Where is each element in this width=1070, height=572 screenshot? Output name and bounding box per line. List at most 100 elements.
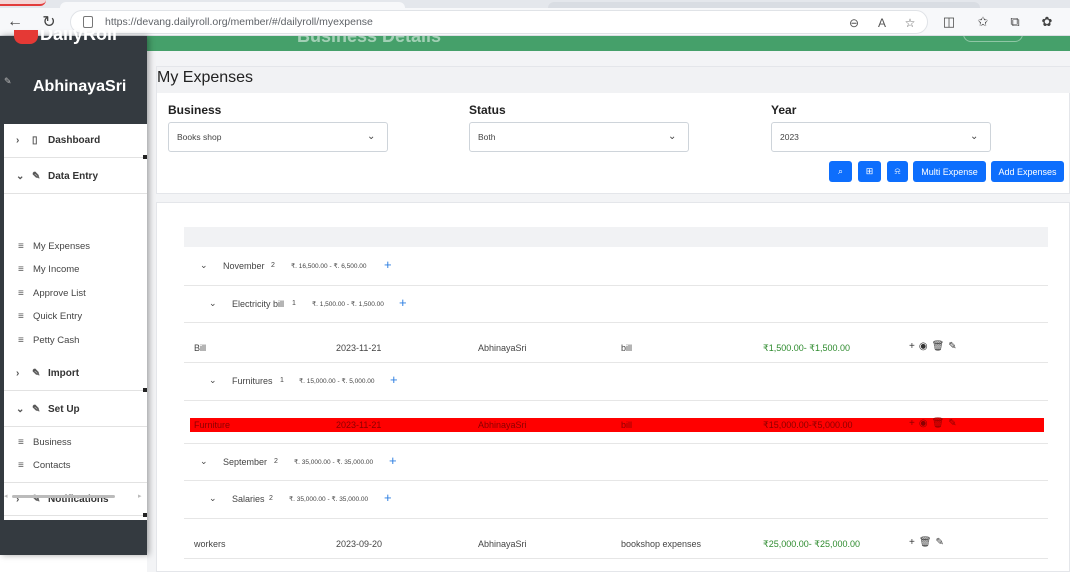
bell-icon: ⍾ [894,166,901,176]
year-select[interactable]: 2023 ⌄ [771,122,991,152]
address-bar[interactable]: https://devang.dailyroll.org/member/#/da… [70,10,928,34]
filters-card: My Expenses Business Books shop ⌄ Status… [156,66,1070,194]
group-row-september[interactable]: ⌄ September 2 ₹. 35,000.00 - ₹. 35,000.0… [184,443,1048,481]
zoom-icon[interactable]: ⊖ [847,16,861,30]
table-header [184,227,1048,247]
sidebar-item-set-up[interactable]: ⌄ ✎ Set Up [4,393,147,427]
add-icon[interactable]: + [909,418,915,429]
add-icon[interactable]: + [909,537,915,548]
chevron-down-icon: ⌄ [668,131,677,142]
row-date: 2023-09-20 [336,539,383,549]
sidebar-subitem-label: Contacts [33,459,71,471]
add-icon[interactable]: + [399,295,407,310]
read-aloud-icon[interactable]: A [875,16,889,30]
scroll-thumb[interactable] [12,495,115,498]
group-count: 1 [280,377,284,384]
sidebar-item-quick-entry[interactable]: ≡ Quick Entry [4,305,147,327]
sidebar-item-contacts[interactable]: ≡ Contacts [4,454,147,476]
edit-pencil-icon[interactable]: ✎ [948,418,956,429]
table-row[interactable]: Bill 2023-11-21 AbhinayaSri bill ₹1,500.… [184,323,1048,363]
chevron-down-icon[interactable]: ⌄ [200,260,208,271]
group-name: September [223,457,268,467]
year-label: Year [771,103,797,117]
add-icon[interactable]: + [909,341,915,352]
list-lines-icon: ≡ [18,263,24,275]
group-count: 2 [274,458,278,465]
edit-pencil-icon[interactable]: ✎ [936,537,944,548]
sidebar-item-business[interactable]: ≡ Business [4,431,147,453]
sidebar-item-my-expenses[interactable]: ≡ My Expenses [4,235,147,257]
page-icon: ▯ [32,135,38,146]
chevron-down-icon: ⌄ [16,171,25,182]
chevron-down-icon[interactable]: ⌄ [200,456,208,467]
sidebar-item-label: Dashboard [48,135,101,146]
sidebar-item-petty-cash[interactable]: ≡ Petty Cash [4,329,147,351]
table-view-button[interactable]: ⊞ [858,161,881,182]
add-icon[interactable]: + [384,257,392,272]
group-name: November [223,261,265,271]
sidebar-item-dashboard[interactable]: › ▯ Dashboard [4,124,147,159]
chevron-down-icon[interactable]: ⌄ [209,375,217,386]
group-range: ₹. 16,500.00 - ₹. 6,500.00 [291,263,367,270]
sidebar-item-approve-list[interactable]: ≡ Approve List [4,282,147,304]
page-title-bar: My Expenses [157,67,1070,93]
collections-icon[interactable]: ⧉ [1006,13,1024,31]
sidebar-menu: › ▯ Dashboard ⌄ ✎ Data Entry ≡ My Expens… [4,124,147,520]
row-note: bill [621,343,633,353]
row-title: Furniture [194,420,231,430]
multi-expense-button[interactable]: Multi Expense [913,161,986,182]
scroll-right-icon[interactable]: ▸ [138,492,142,500]
notification-button[interactable]: ⍾ [887,161,908,182]
row-actions: + ◉ 🗑 ✎ [909,418,957,429]
sidebar-scrollbar[interactable]: ◂ ▸ [4,492,143,500]
table-row[interactable]: workers 2023-09-20 AbhinayaSri bookshop … [184,519,1048,559]
scroll-left-icon[interactable]: ◂ [4,492,8,500]
add-icon[interactable]: + [389,453,397,468]
chevron-down-icon[interactable]: ⌄ [209,493,217,504]
favorites-icon[interactable]: ✩ [974,13,992,31]
sidebar-item-my-income[interactable]: ≡ My Income [4,258,147,280]
eye-icon[interactable]: ◉ [919,341,928,352]
url-text: https://devang.dailyroll.org/member/#/da… [105,16,373,28]
table-row[interactable]: Furniture 2023-11-21 AbhinayaSri bill ₹1… [184,401,1048,443]
logo-text: DailyRoll [40,30,118,44]
group-row-furnitures[interactable]: ⌄ Furnitures 1 ₹. 15,000.00 - ₹. 5,000.0… [184,363,1048,401]
list-lines-icon: ≡ [18,334,24,346]
trash-icon[interactable]: 🗑 [932,418,945,429]
row-user: AbhinayaSri [478,420,527,430]
sidebar-item-label: Set Up [48,404,80,415]
split-screen-icon[interactable]: ◫ [940,13,958,31]
row-title: Bill [194,343,207,353]
banner-pill [963,36,1023,42]
group-row-salaries[interactable]: ⌄ Salaries 2 ₹. 35,000.00 - ₹. 35,000.00… [184,481,1048,519]
eye-icon[interactable]: ◉ [919,418,928,429]
chevron-down-icon: ⌄ [16,404,25,415]
search-button[interactable]: ⌕ [829,161,852,182]
list-lines-icon: ≡ [18,240,24,252]
browser-tab[interactable] [0,0,46,6]
chevron-down-icon[interactable]: ⌄ [209,298,217,309]
pencil-icon: ✎ [32,368,41,379]
add-expenses-button[interactable]: Add Expenses [991,161,1064,182]
banner-title: Business Details [297,36,442,46]
add-icon[interactable]: + [390,372,398,387]
extensions-icon[interactable]: ✿ [1038,13,1056,31]
sidebar-subitem-label: Petty Cash [33,334,80,346]
user-icon: ✎ [4,76,12,86]
edit-pencil-icon[interactable]: ✎ [948,341,956,352]
group-row-electricity-bill[interactable]: ⌄ Electricity bill 1 ₹. 1,500.00 - ₹. 1,… [184,286,1048,323]
group-row-november[interactable]: ⌄ November 2 ₹. 16,500.00 - ₹. 6,500.00 … [184,247,1048,286]
sidebar-subitem-label: Quick Entry [33,310,83,322]
business-select[interactable]: Books shop ⌄ [168,122,388,152]
trash-icon[interactable]: 🗑 [919,537,932,548]
add-icon[interactable]: + [384,490,392,505]
trash-icon[interactable]: 🗑 [932,341,945,352]
sidebar-item-data-entry[interactable]: ⌄ ✎ Data Entry [4,160,147,194]
sidebar-item-import[interactable]: › ✎ Import [4,357,147,392]
favorite-star-icon[interactable]: ☆ [903,16,917,30]
business-select-value: Books shop [177,132,222,142]
group-range: ₹. 35,000.00 - ₹. 35,000.00 [294,459,374,466]
status-select[interactable]: Both ⌄ [469,122,689,152]
status-select-value: Both [478,132,496,142]
pencil-icon: ✎ [32,404,41,415]
